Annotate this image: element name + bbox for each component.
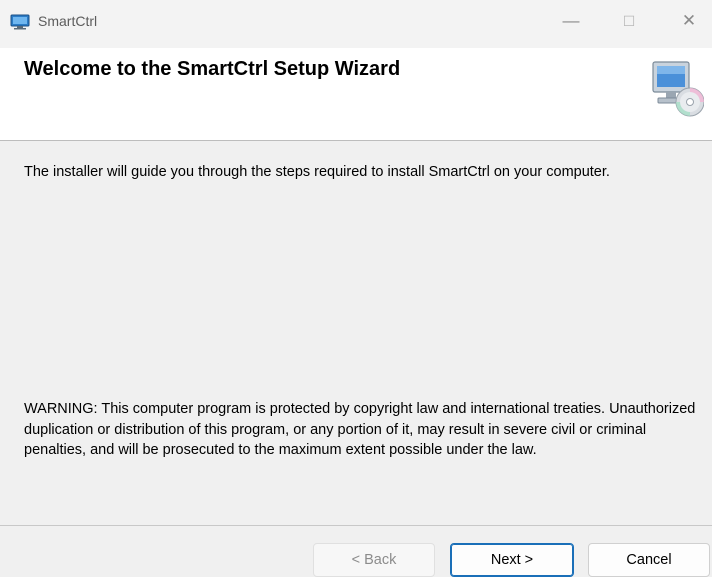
back-button[interactable]: < Back [313, 543, 435, 577]
page-title: Welcome to the SmartCtrl Setup Wizard [24, 58, 401, 80]
close-button[interactable]: ✕ [678, 10, 700, 32]
maximize-button[interactable]: ☐ [618, 10, 640, 32]
footer-separator [0, 525, 712, 526]
copyright-warning: WARNING: This computer program is protec… [24, 401, 696, 458]
header-banner: Welcome to the SmartCtrl Setup Wizard [0, 48, 712, 141]
computer-cd-icon [652, 61, 704, 117]
next-button[interactable]: Next > [450, 543, 574, 577]
cancel-button[interactable]: Cancel [588, 543, 710, 577]
window-title: SmartCtrl [38, 13, 98, 29]
installer-app-icon [10, 14, 30, 30]
title-bar[interactable]: SmartCtrl — ☐ ✕ [0, 0, 712, 48]
intro-text: The installer will guide you through the… [24, 164, 610, 180]
setup-wizard-window: SmartCtrl — ☐ ✕ Welcome to the SmartCtrl… [0, 0, 712, 577]
minimize-button[interactable]: — [560, 10, 582, 32]
